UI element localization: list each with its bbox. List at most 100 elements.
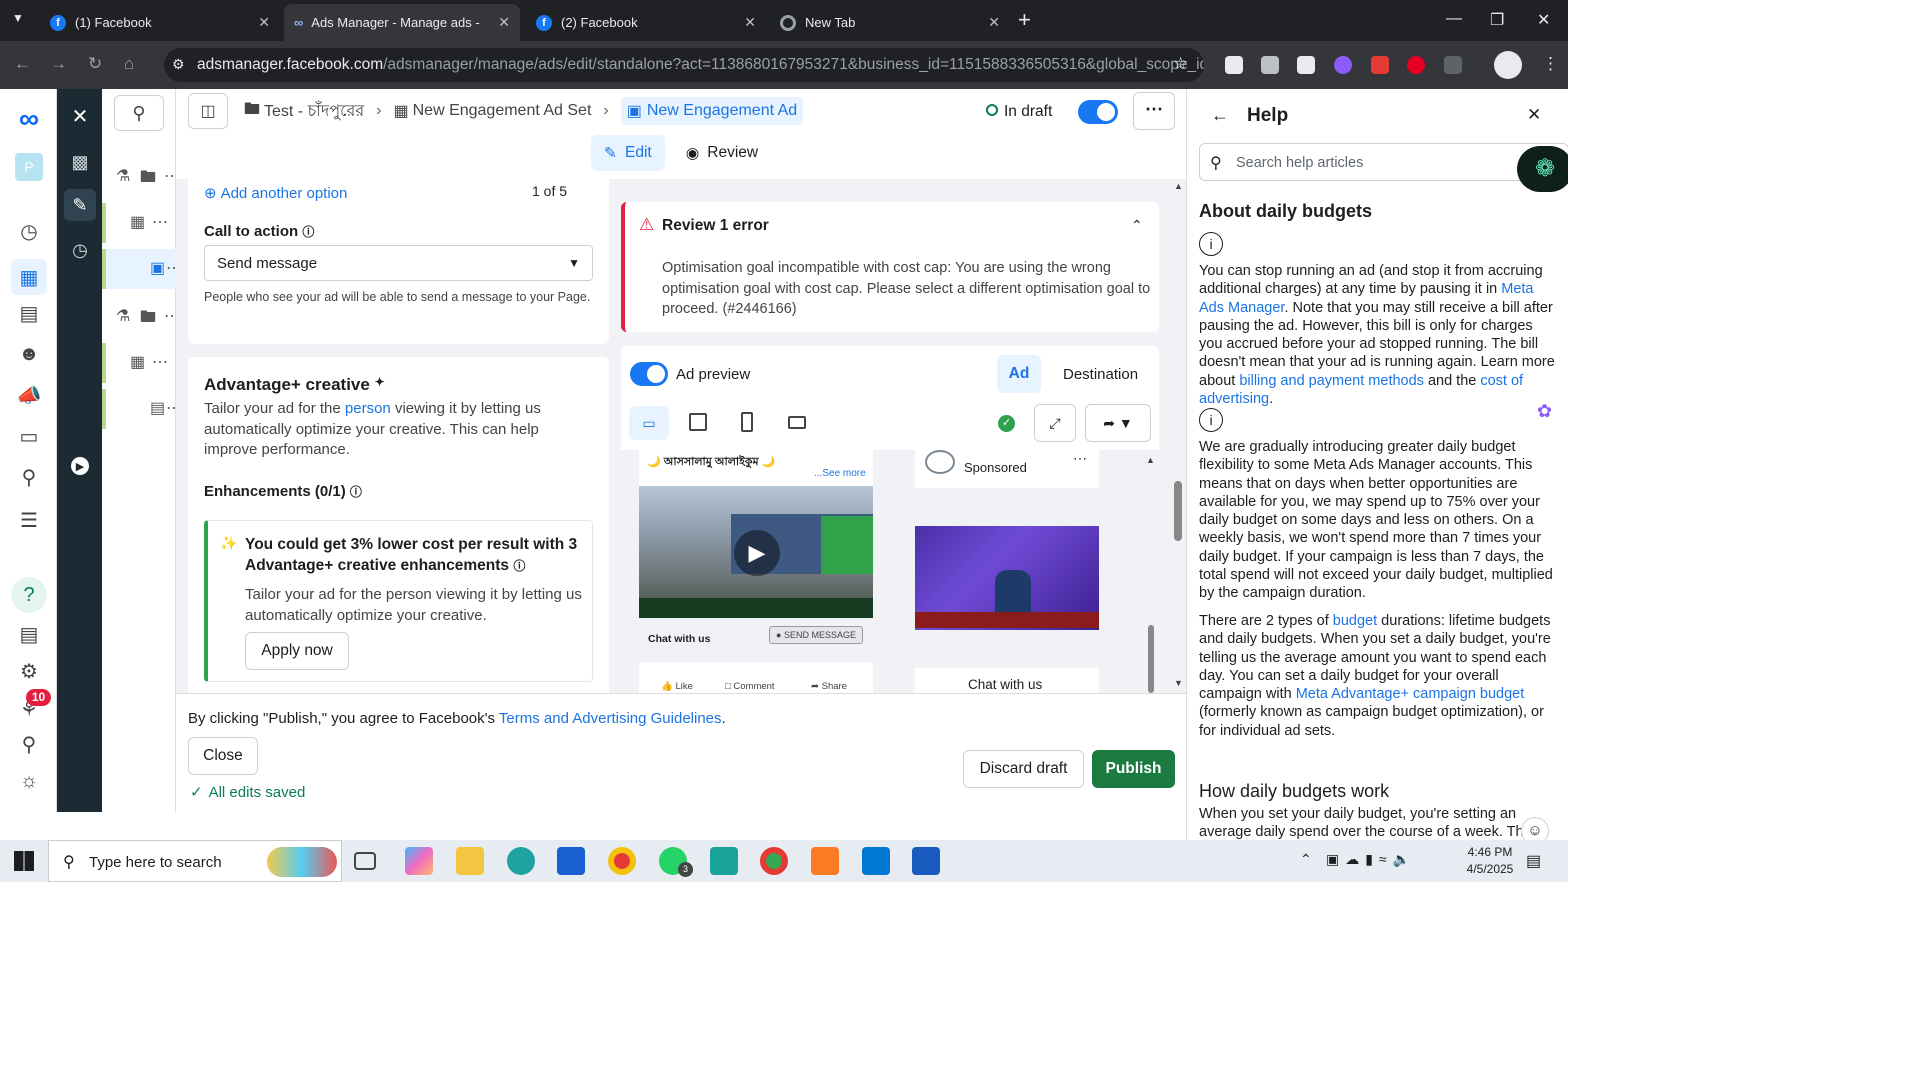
url-input[interactable]: ⚙ adsmanager.facebook.com/adsmanager/man… bbox=[164, 48, 1204, 82]
main-scrollbar[interactable]: ▲ ▼ bbox=[1172, 181, 1184, 693]
billing-link[interactable]: billing and payment methods bbox=[1239, 373, 1424, 389]
chrome-menu-icon[interactable]: ⋮ bbox=[1542, 54, 1559, 74]
search-icon[interactable]: ⚲ bbox=[15, 730, 43, 758]
breadcrumb-ad-wrap[interactable]: ▣ New Engagement Ad bbox=[620, 97, 804, 125]
sidebar-toggle-button[interactable]: ◫ bbox=[188, 93, 228, 129]
campaign-budget-link[interactable]: Meta Advantage+ campaign budget bbox=[1296, 686, 1525, 702]
show-hidden-icons[interactable]: ⌃ bbox=[1300, 851, 1312, 868]
dashboard-icon[interactable]: ◷ bbox=[15, 217, 43, 245]
mobile-icon[interactable] bbox=[741, 412, 753, 432]
site-info-icon[interactable]: ⚙ bbox=[172, 56, 185, 73]
settings-icon[interactable]: ⚙ bbox=[15, 657, 43, 685]
share-dropdown-button[interactable]: ➦ ▼ bbox=[1085, 404, 1151, 442]
browser-tab-new[interactable]: New Tab ✕ bbox=[770, 4, 1010, 41]
bug-report-icon[interactable]: ☼ bbox=[15, 767, 43, 795]
share-button[interactable]: ➦ Share bbox=[811, 681, 847, 692]
windows-start-icon[interactable] bbox=[14, 851, 34, 871]
back-icon[interactable]: ← bbox=[14, 54, 31, 74]
chrome-icon[interactable] bbox=[608, 847, 636, 875]
tree-adset-1[interactable]: ▦ ⋯ bbox=[102, 203, 176, 243]
vscode-icon[interactable] bbox=[862, 847, 890, 875]
tree-campaign-2[interactable]: ⚗ 🖿 ⋯ bbox=[102, 297, 180, 337]
close-icon[interactable]: ✕ bbox=[744, 14, 756, 31]
tree-adset-2[interactable]: ▦ ⋯ bbox=[102, 343, 176, 383]
info-icon[interactable]: ⓘ bbox=[513, 559, 525, 573]
xampp-icon[interactable] bbox=[811, 847, 839, 875]
tree-ad-selected[interactable]: ▣ ⋯ bbox=[102, 249, 182, 289]
breadcrumb-campaign[interactable]: Test - চাঁদপুরের bbox=[264, 98, 364, 125]
ad-preview-toggle[interactable] bbox=[630, 362, 668, 386]
file-explorer-icon[interactable] bbox=[456, 847, 484, 875]
reload-icon[interactable]: ↻ bbox=[88, 54, 102, 74]
tab-destination[interactable]: Destination bbox=[1063, 366, 1138, 383]
new-tab-button[interactable]: + bbox=[1018, 7, 1031, 33]
info-icon[interactable]: ⓘ bbox=[302, 225, 314, 239]
account-avatar[interactable]: P bbox=[15, 153, 43, 181]
edge-icon[interactable] bbox=[507, 847, 535, 875]
tree-ad-2[interactable]: ▤ ⋯ bbox=[102, 389, 182, 429]
analytics-icon[interactable]: ▩ bbox=[64, 146, 96, 178]
ad-on-off-toggle[interactable] bbox=[1078, 100, 1118, 124]
tray-icons[interactable]: ▣☁▮≈🔈 bbox=[1326, 851, 1416, 868]
like-button[interactable]: 👍 Like bbox=[661, 681, 693, 692]
restore-icon[interactable]: ❐ bbox=[1490, 10, 1504, 30]
meta-logo-icon[interactable]: ∞ bbox=[15, 103, 43, 134]
preview-scrollbar[interactable]: ▲ bbox=[1146, 455, 1156, 693]
edit-pencil-icon[interactable]: ✎ bbox=[64, 189, 96, 221]
discard-draft-button[interactable]: Discard draft bbox=[963, 750, 1084, 788]
close-icon[interactable]: ✕ bbox=[258, 14, 270, 31]
close-icon[interactable]: ✕ bbox=[1527, 105, 1541, 125]
publish-button[interactable]: Publish bbox=[1092, 750, 1175, 788]
tab-list-dropdown[interactable]: ▼ bbox=[12, 11, 24, 25]
browser-tab-ads-manager[interactable]: ∞ Ads Manager - Manage ads - A ✕ bbox=[284, 4, 520, 41]
tab-review[interactable]: ◉ Review bbox=[673, 135, 771, 171]
cta-select[interactable]: Send message ▼ bbox=[204, 245, 593, 281]
expand-icon[interactable]: ⤢ bbox=[1034, 404, 1076, 442]
home-icon[interactable]: ⌂ bbox=[124, 54, 134, 74]
more-icon[interactable]: ⋯ bbox=[1073, 450, 1087, 467]
business-icon[interactable]: ⚲ bbox=[15, 463, 43, 491]
terms-link[interactable]: Terms and Advertising Guidelines bbox=[499, 710, 722, 727]
close-button[interactable]: Close bbox=[188, 737, 258, 775]
send-message-button[interactable]: ● SEND MESSAGE bbox=[769, 626, 863, 644]
all-tools-icon[interactable]: ☰ bbox=[15, 506, 43, 534]
more-options-button[interactable]: ⋯ bbox=[1133, 92, 1175, 130]
tree-campaign-1[interactable]: ⚗ 🖿 ⋯ bbox=[102, 157, 180, 197]
see-more-link[interactable]: ...See more bbox=[814, 468, 866, 479]
reports-icon[interactable]: ▤ bbox=[15, 299, 43, 327]
person-link[interactable]: person bbox=[345, 400, 391, 417]
budget-link[interactable]: budget bbox=[1333, 613, 1377, 629]
help-icon[interactable]: ? bbox=[11, 577, 47, 613]
store-icon[interactable] bbox=[557, 847, 585, 875]
bookmark-star-icon[interactable]: ☆ bbox=[1173, 54, 1188, 74]
ai-assistant-button[interactable]: ❁ bbox=[1517, 146, 1568, 192]
close-icon[interactable]: ✕ bbox=[64, 100, 96, 132]
billing-icon[interactable]: ▭ bbox=[15, 422, 43, 450]
minimize-icon[interactable]: — bbox=[1446, 10, 1462, 28]
landscape-icon[interactable] bbox=[788, 416, 806, 429]
feedback-smiley-icon[interactable]: ☺ bbox=[1521, 817, 1549, 840]
extensions-puzzle-icon[interactable] bbox=[1444, 56, 1462, 74]
play-icon[interactable]: ▶ bbox=[734, 530, 780, 576]
breadcrumb-adset[interactable]: New Engagement Ad Set bbox=[413, 102, 592, 120]
multi-device-icon[interactable]: ▭ bbox=[629, 406, 669, 440]
profile-avatar[interactable] bbox=[1494, 51, 1522, 79]
reading-list-icon[interactable] bbox=[1225, 56, 1243, 74]
advertising-icon[interactable]: 📣 bbox=[15, 381, 43, 409]
extension-icon[interactable] bbox=[1261, 56, 1279, 74]
word-icon[interactable] bbox=[912, 847, 940, 875]
chrome-profile-icon[interactable] bbox=[760, 847, 788, 875]
extension-icon[interactable] bbox=[1297, 56, 1315, 74]
close-window-icon[interactable]: ✕ bbox=[1537, 10, 1550, 30]
expand-arrow-icon[interactable]: ▶ bbox=[71, 457, 89, 475]
close-icon[interactable]: ✕ bbox=[498, 14, 510, 31]
extension-icon[interactable] bbox=[1334, 56, 1352, 74]
apply-now-button[interactable]: Apply now bbox=[245, 632, 349, 670]
feed-square-icon[interactable] bbox=[689, 413, 707, 431]
help-search-input[interactable]: ⚲ Search help articles bbox=[1199, 143, 1568, 181]
task-view-icon[interactable] bbox=[354, 852, 376, 870]
tab-edit[interactable]: ✎ Edit bbox=[591, 135, 665, 171]
pinterest-icon[interactable] bbox=[1407, 56, 1425, 74]
clock[interactable]: 4:46 PM 4/5/2025 bbox=[1458, 844, 1522, 878]
video-thumbnail[interactable]: ▶ bbox=[639, 486, 873, 618]
